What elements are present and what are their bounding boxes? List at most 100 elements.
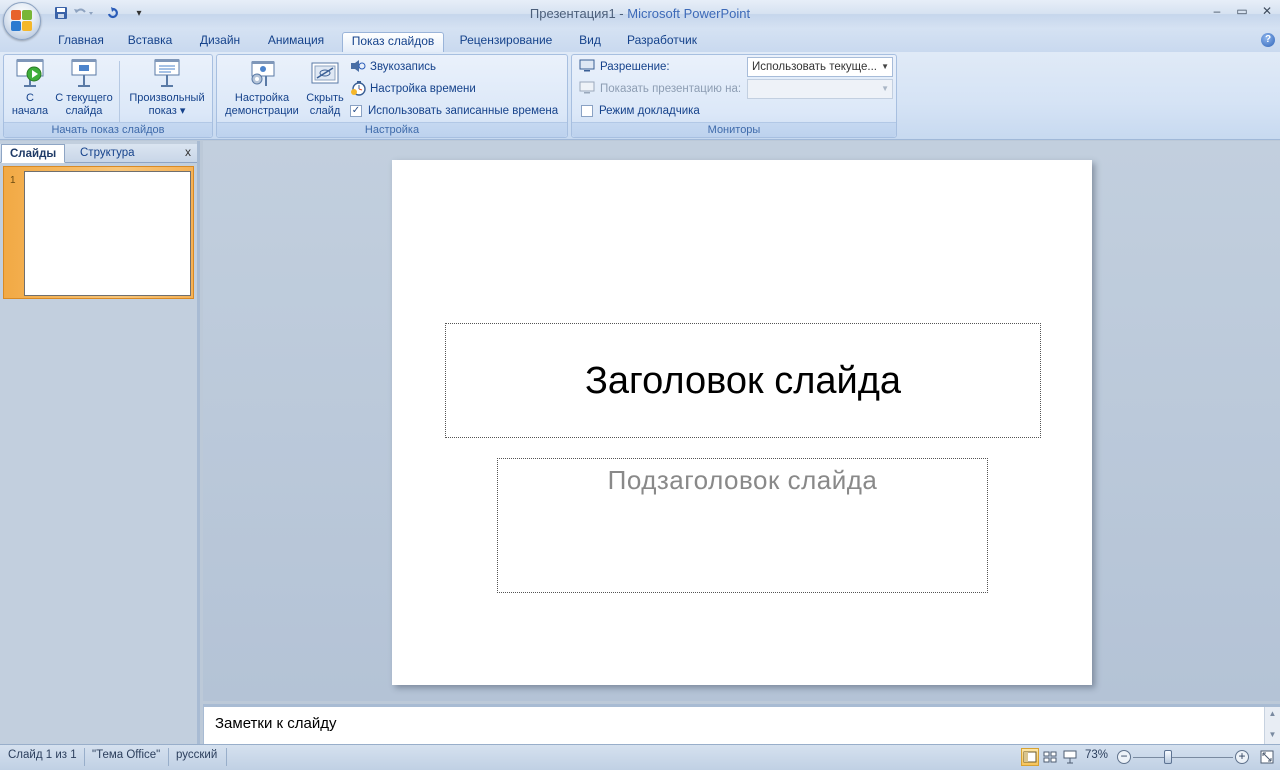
slide-subtitle-placeholder[interactable]: Подзаголовок слайда bbox=[497, 458, 988, 593]
set-up-show-icon bbox=[246, 57, 278, 89]
slide-show-view-icon[interactable] bbox=[1061, 748, 1079, 766]
scroll-up-icon[interactable]: ▲ bbox=[1265, 709, 1280, 718]
hide-slide-label-2: слайд bbox=[309, 105, 341, 117]
from-beginning-label-2: начала bbox=[11, 105, 49, 117]
tab-insert[interactable]: Вставка bbox=[120, 32, 180, 52]
show-on-label-row: Показать презентацию на: bbox=[579, 79, 741, 99]
tab-animations[interactable]: Анимация bbox=[260, 32, 332, 52]
minimize-button[interactable]: – bbox=[1206, 4, 1228, 22]
show-presentation-icon bbox=[579, 81, 595, 97]
set-up-show-button[interactable]: Настройка демонстрации bbox=[220, 57, 304, 118]
stopwatch-icon bbox=[350, 80, 366, 99]
document-title: Презентация1 bbox=[529, 6, 616, 21]
tab-slides[interactable]: Слайды bbox=[1, 144, 66, 163]
ribbon-tabs: Главная Вставка Дизайн Анимация Показ сл… bbox=[0, 28, 1280, 52]
pane-tabs: Слайды Структура x bbox=[0, 144, 197, 163]
slide-title-text: Заголовок слайда bbox=[584, 360, 902, 402]
slides-pane: Слайды Структура x 1 bbox=[0, 141, 200, 744]
fit-to-window-icon[interactable] bbox=[1258, 748, 1276, 766]
from-current-slide-icon bbox=[68, 57, 100, 89]
presenter-view-check-icon bbox=[581, 105, 593, 117]
normal-view-icon[interactable] bbox=[1021, 748, 1039, 766]
dropdown-arrow-icon: ▼ bbox=[881, 62, 889, 71]
tab-review[interactable]: Рецензирование bbox=[452, 32, 560, 52]
custom-show-label-2: показ ▾ bbox=[148, 105, 186, 117]
zoom-slider-thumb[interactable] bbox=[1164, 750, 1172, 764]
monitor-icon bbox=[579, 59, 595, 75]
zoom-out-icon[interactable]: − bbox=[1117, 750, 1131, 764]
show-on-label: Показать презентацию на: bbox=[600, 83, 742, 95]
zoom-slider[interactable] bbox=[1133, 757, 1233, 758]
app-name: Microsoft PowerPoint bbox=[627, 6, 751, 21]
slide-title-placeholder[interactable]: Заголовок слайда bbox=[445, 323, 1041, 438]
restore-button[interactable]: ▭ bbox=[1231, 4, 1253, 22]
group-setup: Настройка демонстрации Скрыть слайд Звук… bbox=[216, 54, 568, 138]
presenter-view-label: Режим докладчика bbox=[599, 105, 700, 117]
status-divider bbox=[84, 748, 85, 766]
record-narration-button[interactable]: Звукозапись bbox=[350, 57, 436, 77]
custom-show-icon bbox=[151, 57, 183, 89]
slide-thumbnail-number: 1 bbox=[10, 175, 16, 186]
help-icon[interactable]: ? bbox=[1261, 33, 1275, 47]
resolution-label-row: Разрешение: bbox=[579, 57, 670, 77]
custom-show-button[interactable]: Произвольный показ ▾ bbox=[124, 57, 210, 118]
slide-subtitle-text: Подзаголовок слайда bbox=[607, 465, 878, 495]
from-beginning-button[interactable]: С начала bbox=[7, 57, 53, 118]
group-label-monitors: Мониторы bbox=[572, 122, 896, 137]
custom-show-label-1: Произвольный bbox=[129, 92, 205, 104]
tab-design[interactable]: Дизайн bbox=[192, 32, 248, 52]
tab-home[interactable]: Главная bbox=[50, 32, 112, 52]
status-bar: Слайд 1 из 1 "Тема Office" русский 73% −… bbox=[0, 744, 1280, 770]
theme-status[interactable]: "Тема Office" bbox=[92, 749, 160, 761]
use-timings-checkbox[interactable]: ✓ Использовать записанные времена bbox=[350, 101, 558, 121]
dropdown-arrow-icon: ▼ bbox=[881, 84, 889, 93]
slide-count-status: Слайд 1 из 1 bbox=[8, 749, 77, 761]
notes-pane[interactable]: Заметки к слайду ▲ ▼ bbox=[203, 704, 1280, 744]
status-divider bbox=[226, 748, 227, 766]
record-narration-label: Звукозапись bbox=[370, 61, 437, 73]
zoom-level[interactable]: 73% bbox=[1085, 749, 1108, 761]
from-current-slide-label-1: С текущего bbox=[55, 92, 113, 104]
hide-slide-button[interactable]: Скрыть слайд bbox=[303, 57, 347, 118]
use-timings-check-icon: ✓ bbox=[350, 105, 362, 117]
microphone-icon bbox=[350, 59, 366, 76]
presenter-view-checkbox[interactable]: Режим докладчика bbox=[581, 101, 700, 121]
tab-outline[interactable]: Структура bbox=[72, 144, 143, 163]
title-bar: ▾ Презентация1 - Microsoft PowerPoint – … bbox=[0, 0, 1280, 40]
close-pane-icon[interactable]: x bbox=[185, 145, 191, 159]
show-on-dropdown[interactable]: ▼ bbox=[747, 79, 893, 99]
resolution-value: Использовать текуще... bbox=[752, 61, 877, 73]
tab-developer[interactable]: Разработчик bbox=[620, 32, 704, 52]
notes-scrollbar[interactable]: ▲ ▼ bbox=[1264, 707, 1280, 744]
slide-thumbnail-selected[interactable]: 1 bbox=[3, 166, 194, 299]
group-monitors: Разрешение: Использовать текуще... ▼ Пок… bbox=[571, 54, 897, 138]
from-current-slide-button[interactable]: С текущего слайда bbox=[52, 57, 116, 118]
window-title: Презентация1 - Microsoft PowerPoint bbox=[0, 6, 1280, 21]
set-up-show-label-1: Настройка bbox=[234, 92, 290, 104]
group-label-setup: Настройка bbox=[217, 122, 567, 137]
slide-sorter-view-icon[interactable] bbox=[1041, 748, 1059, 766]
scroll-down-icon[interactable]: ▼ bbox=[1265, 730, 1280, 739]
status-divider bbox=[168, 748, 169, 766]
set-up-show-label-2: демонстрации bbox=[225, 105, 299, 117]
resolution-label: Разрешение: bbox=[600, 61, 670, 73]
notes-placeholder: Заметки к слайду bbox=[215, 715, 337, 732]
from-current-slide-label-2: слайда bbox=[65, 105, 103, 117]
office-button[interactable] bbox=[3, 2, 41, 40]
ribbon: С начала С текущего слайда Произвольный … bbox=[0, 52, 1280, 140]
tab-view[interactable]: Вид bbox=[572, 32, 608, 52]
group-label-start-slide-show: Начать показ слайдов bbox=[4, 122, 212, 137]
zoom-in-icon[interactable]: + bbox=[1235, 750, 1249, 764]
tab-slide-show[interactable]: Показ слайдов bbox=[342, 32, 444, 52]
slide-thumbnail[interactable] bbox=[24, 171, 191, 296]
close-button[interactable]: ✕ bbox=[1256, 4, 1278, 22]
hide-slide-label-1: Скрыть bbox=[306, 92, 344, 104]
title-separator: - bbox=[615, 6, 628, 21]
rehearse-timings-button[interactable]: Настройка времени bbox=[350, 79, 476, 99]
hide-slide-icon bbox=[309, 57, 341, 89]
slide-canvas[interactable]: Заголовок слайда Подзаголовок слайда bbox=[392, 160, 1092, 685]
resolution-dropdown[interactable]: Использовать текуще... ▼ bbox=[747, 57, 893, 77]
language-status[interactable]: русский bbox=[176, 749, 217, 761]
use-timings-label: Использовать записанные времена bbox=[368, 105, 559, 117]
group-separator bbox=[119, 61, 120, 123]
